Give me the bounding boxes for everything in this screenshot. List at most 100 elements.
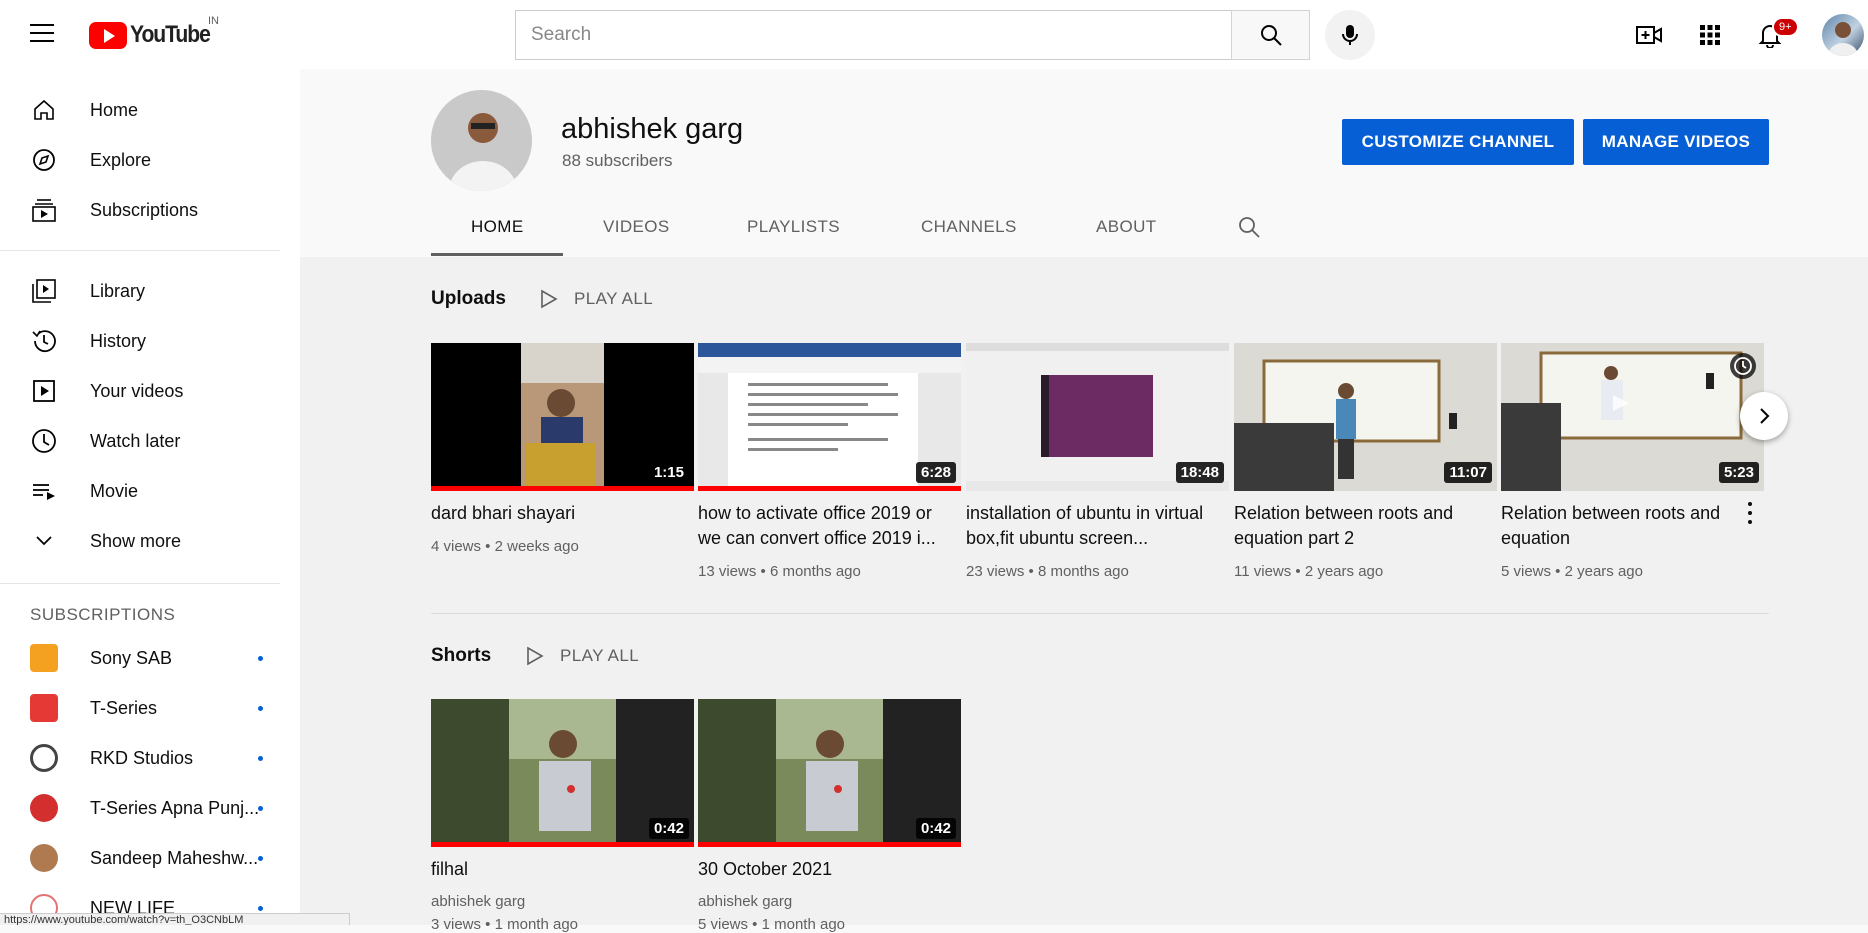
video-title[interactable]: dard bhari shayari [431, 501, 681, 526]
tab-home[interactable]: HOME [471, 217, 524, 257]
sidebar-item-explore[interactable]: Explore [0, 135, 280, 185]
short-thumbnail[interactable]: 0:42 [431, 699, 694, 847]
sidebar-item-movie[interactable]: Movie [0, 466, 280, 516]
country-code: IN [208, 15, 219, 27]
subscription-item[interactable]: T-Series [0, 683, 280, 733]
short-thumbnail[interactable]: 0:42 [698, 699, 961, 847]
shorts-play-all-button[interactable]: PLAY ALL [526, 646, 639, 666]
more-actions-icon[interactable] [1745, 502, 1755, 524]
video-meta: 4 views • 2 weeks ago [431, 538, 579, 555]
sidebar-item-label: Subscriptions [90, 199, 199, 220]
sidebar-item-history[interactable]: History [0, 316, 280, 366]
video-thumbnail[interactable]: 6:28 [698, 343, 961, 491]
sidebar-item-label: Library [90, 280, 146, 301]
video-meta: 5 views • 2 years ago [1501, 563, 1643, 580]
sidebar-item-home[interactable]: Home [0, 85, 280, 135]
channel-avatar [30, 644, 58, 672]
uploads-play-all-button[interactable]: PLAY ALL [540, 289, 653, 309]
sidebar-item-label: History [90, 330, 147, 351]
sidebar-item-subscriptions[interactable]: Subscriptions [0, 185, 280, 235]
video-title[interactable]: how to activate office 2019 or we can co… [698, 501, 948, 551]
play-all-label: PLAY ALL [574, 289, 654, 308]
subscription-item[interactable]: Sandeep Maheshw... [0, 833, 280, 883]
subscription-item[interactable]: RKD Studios [0, 733, 280, 783]
sidebar-item-label: Movie [90, 480, 139, 501]
search-icon [1239, 217, 1260, 238]
channel-header: abhishek garg 88 subscribers CUSTOMIZE C… [300, 69, 1868, 257]
short-title[interactable]: 30 October 2021 [698, 857, 948, 882]
uploads-title[interactable]: Uploads [431, 288, 506, 310]
play-all-label: PLAY ALL [560, 646, 640, 665]
account-avatar-image [1828, 22, 1858, 56]
sidebar-item-label: Show more [90, 530, 182, 551]
sidebar-divider [0, 583, 280, 584]
manage-videos-button[interactable]: MANAGE VIDEOS [1583, 119, 1769, 165]
subscription-label: Sony SAB [90, 647, 173, 668]
shorts-title[interactable]: Shorts [431, 645, 491, 667]
tab-channels[interactable]: CHANNELS [921, 217, 1017, 257]
chevron-right-icon [1760, 408, 1770, 424]
short-title[interactable]: filhal [431, 857, 681, 882]
tab-playlists[interactable]: PLAYLISTS [747, 217, 840, 257]
video-duration: 11:07 [1444, 462, 1492, 483]
channel-avatar[interactable] [431, 90, 532, 191]
subscriptions-icon [30, 196, 58, 224]
menu-icon[interactable] [30, 24, 54, 42]
sidebar-item-label: Your videos [90, 380, 184, 401]
compass-icon [30, 146, 58, 174]
search-button[interactable] [1231, 10, 1310, 60]
short-channel[interactable]: abhishek garg [431, 893, 525, 910]
create-video-button[interactable] [1632, 18, 1666, 52]
video-thumbnail[interactable]: 5:23 [1501, 343, 1764, 491]
video-title[interactable]: Relation between roots and equation part… [1234, 501, 1484, 551]
channel-search-button[interactable] [1237, 215, 1261, 244]
video-duration: 5:23 [1718, 462, 1759, 483]
apps-button[interactable] [1693, 18, 1727, 52]
new-content-dot [258, 705, 263, 711]
subscription-item[interactable]: T-Series Apna Punj... [0, 783, 280, 833]
video-thumbnail[interactable]: 1:15 [431, 343, 694, 491]
video-meta: 13 views • 6 months ago [698, 563, 861, 580]
video-title[interactable]: installation of ubuntu in virtual box,fi… [966, 501, 1216, 551]
carousel-next-button[interactable] [1740, 392, 1788, 440]
tab-videos[interactable]: VIDEOS [603, 217, 670, 257]
video-duration: 6:28 [915, 462, 956, 483]
sidebar-item-library[interactable]: Library [0, 266, 280, 316]
video-title[interactable]: Relation between roots and equation [1501, 501, 1731, 551]
tab-about[interactable]: ABOUT [1096, 217, 1157, 257]
top-bar: YouTube IN 9+ [0, 0, 1868, 69]
subscription-item[interactable]: NEW LIFE [0, 883, 280, 933]
short-channel[interactable]: abhishek garg [698, 893, 792, 910]
sidebar-item-watch-later[interactable]: Watch later [0, 416, 280, 466]
account-avatar[interactable] [1822, 14, 1864, 56]
watch-later-button[interactable] [1730, 353, 1756, 379]
video-thumbnail[interactable]: 11:07 [1234, 343, 1497, 491]
channel-avatar [30, 794, 58, 822]
youtube-play-icon [89, 21, 127, 49]
watch-progress-bar [431, 842, 694, 847]
sidebar-item-your-videos[interactable]: Your videos [0, 366, 280, 416]
youtube-logo[interactable]: YouTube IN [89, 15, 221, 50]
customize-channel-button[interactable]: CUSTOMIZE CHANNEL [1342, 119, 1574, 165]
video-duration: 0:42 [915, 818, 956, 839]
shelf-divider [431, 613, 1769, 614]
create-video-icon [1636, 26, 1662, 44]
video-thumbnail[interactable]: 18:48 [966, 343, 1229, 491]
your-videos-icon [30, 377, 58, 405]
play-outline-icon [527, 646, 544, 666]
new-content-dot [258, 655, 263, 661]
video-duration: 1:15 [648, 462, 689, 483]
new-content-dot [258, 805, 263, 811]
new-content-dot [258, 755, 263, 761]
watch-progress-bar [698, 842, 961, 847]
playlist-icon [30, 477, 58, 505]
channel-name: abhishek garg [561, 113, 744, 145]
sidebar-show-more[interactable]: Show more [0, 516, 280, 566]
subscription-label: Sandeep Maheshw... [90, 847, 259, 868]
new-content-dot [258, 855, 263, 861]
voice-search-button[interactable] [1325, 10, 1375, 60]
home-icon [30, 96, 58, 124]
subscription-item[interactable]: Sony SAB [0, 633, 280, 683]
search-input[interactable] [516, 11, 1231, 59]
video-meta: 23 views • 8 months ago [966, 563, 1129, 580]
